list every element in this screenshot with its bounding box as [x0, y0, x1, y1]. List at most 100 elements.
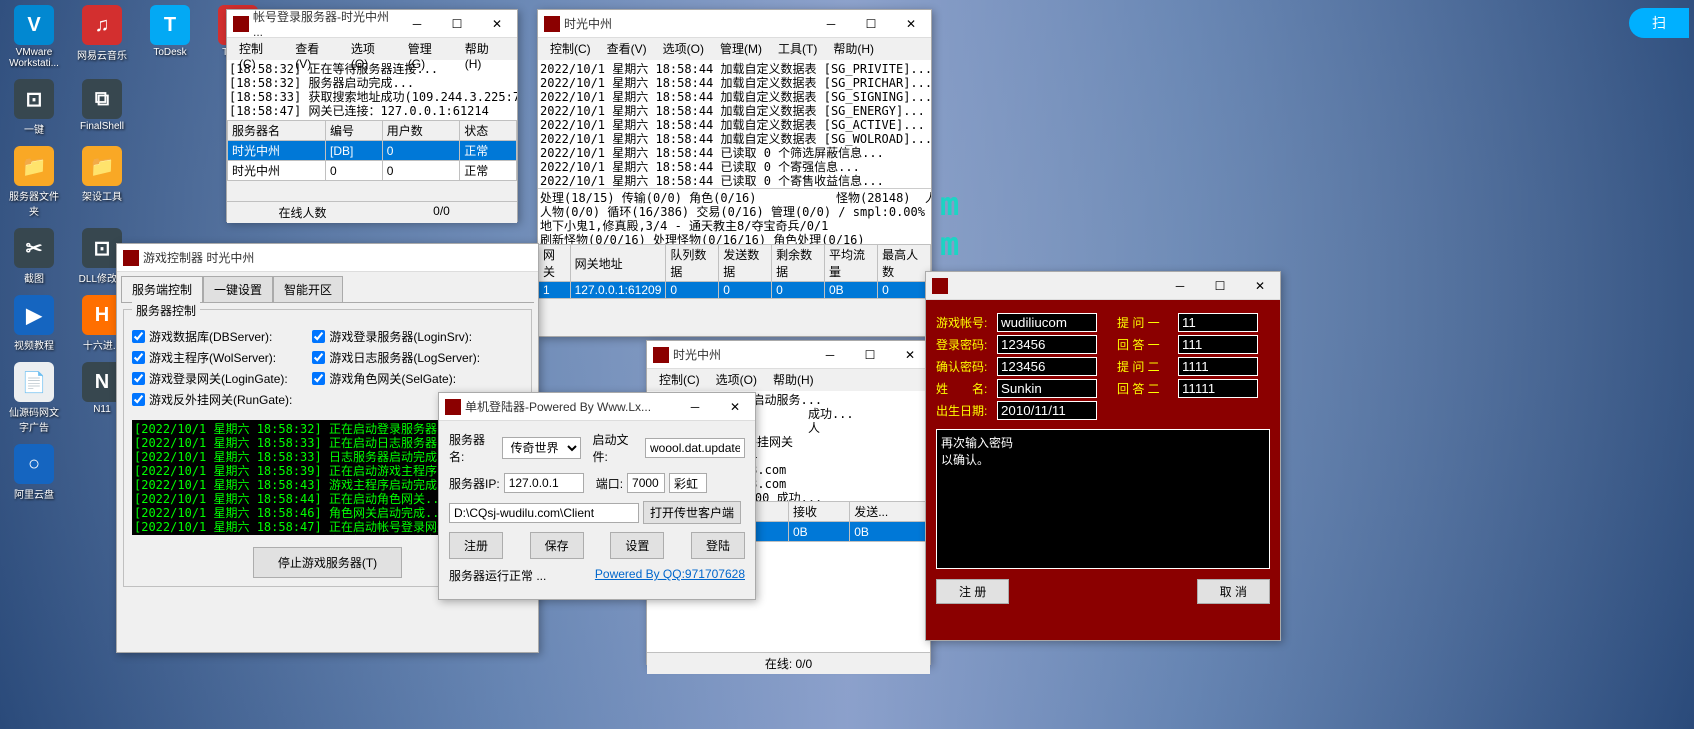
menu-item[interactable]: 控制(C)	[542, 38, 599, 60]
name-input[interactable]	[997, 379, 1097, 398]
desktop-icon[interactable]: ⊡一键	[5, 79, 63, 136]
account-input[interactable]	[997, 313, 1097, 332]
menu-item[interactable]: 选项(O)	[708, 369, 765, 391]
window-title: 时光中州	[564, 15, 811, 32]
window-title: 时光中州	[673, 346, 810, 363]
server-table[interactable]: 服务器名编号用户数状态 时光中州[DB]0正常时光中州00正常	[227, 120, 517, 181]
column-header[interactable]: 发送...	[850, 502, 930, 522]
float-cloud-icon[interactable]: 扫	[1629, 8, 1689, 38]
menu-item[interactable]: 控制(C)	[231, 38, 287, 60]
settings-button[interactable]: 设置	[610, 532, 664, 559]
minimize-button[interactable]: ─	[397, 10, 437, 38]
service-checkbox[interactable]	[312, 351, 325, 364]
close-button[interactable]: ✕	[891, 10, 931, 38]
tab[interactable]: 服务端控制	[121, 276, 203, 302]
close-button[interactable]: ✕	[477, 10, 517, 38]
port-input[interactable]	[627, 473, 665, 493]
powered-by-link[interactable]: Powered By QQ:971707628	[595, 567, 745, 584]
table-row[interactable]: 时光中州[DB]0正常	[228, 141, 517, 161]
birthdate-input[interactable]	[997, 401, 1097, 420]
password-input[interactable]	[997, 335, 1097, 354]
minimize-button[interactable]: ─	[675, 393, 715, 421]
column-header[interactable]: 最高人数	[878, 245, 931, 282]
menu-item[interactable]: 选项(O)	[655, 38, 712, 60]
desktop-icon[interactable]: ○阿里云盘	[5, 444, 63, 501]
menu-item[interactable]: 查看(V)	[287, 38, 343, 60]
confirm-password-input[interactable]	[997, 357, 1097, 376]
maximize-button[interactable]: ☐	[850, 341, 890, 369]
app-icon	[445, 399, 461, 415]
service-checkbox[interactable]	[132, 351, 145, 364]
open-client-button[interactable]: 打开传世客户端	[643, 501, 741, 524]
maximize-button[interactable]: ☐	[1200, 272, 1240, 300]
menu-item[interactable]: 查看(V)	[599, 38, 655, 60]
table-row[interactable]: 时光中州00正常	[228, 161, 517, 181]
cancel-button[interactable]: 取 消	[1197, 579, 1270, 604]
menu-item[interactable]: 管理(M)	[712, 38, 770, 60]
register-button[interactable]: 注 册	[936, 579, 1009, 604]
desktop-icon[interactable]: VVMware Workstati...	[5, 5, 63, 69]
desktop-icon[interactable]: 📄仙源码网文字广告	[5, 362, 63, 434]
answer1-input[interactable]	[1178, 335, 1258, 354]
desktop-icon[interactable]: ✂截图	[5, 228, 63, 285]
service-checkbox[interactable]	[132, 330, 145, 343]
question1-input[interactable]	[1178, 313, 1258, 332]
close-button[interactable]: ✕	[715, 393, 755, 421]
desktop-icon[interactable]: ⧉FinalShell	[73, 79, 131, 136]
minimize-button[interactable]: ─	[811, 10, 851, 38]
service-checkbox[interactable]	[312, 330, 325, 343]
column-header[interactable]: 网关地址	[570, 245, 666, 282]
column-header[interactable]: 网关	[539, 245, 571, 282]
tab[interactable]: 一键设置	[203, 276, 273, 302]
menu-item[interactable]: 选项(O)	[343, 38, 400, 60]
menu-item[interactable]: 管理(G)	[400, 38, 457, 60]
desktop-icon[interactable]: 📁架设工具	[73, 146, 131, 218]
table-row[interactable]: 1127.0.0.1:612090000B0	[539, 282, 931, 299]
server-ip-input[interactable]	[504, 473, 584, 493]
menu-item[interactable]: 控制(C)	[651, 369, 708, 391]
log-area: 2022/10/1 星期六 18:58:44 加载自定义数据表 [SG_PRIV…	[538, 60, 931, 188]
close-button[interactable]: ✕	[890, 341, 930, 369]
answer2-input[interactable]	[1178, 379, 1258, 398]
server-select[interactable]: 传奇世界	[502, 437, 581, 459]
app-icon	[653, 347, 669, 363]
menu-item[interactable]: 帮助(H)	[825, 38, 882, 60]
desktop-icon[interactable]: 📁服务器文件夹	[5, 146, 63, 218]
desktop-icon[interactable]: ♫网易云音乐	[73, 5, 131, 69]
stop-server-button[interactable]: 停止游戏服务器(T)	[253, 547, 402, 578]
column-header[interactable]: 平均流量	[824, 245, 877, 282]
column-header[interactable]: 状态	[460, 121, 517, 141]
minimize-button[interactable]: ─	[810, 341, 850, 369]
column-header[interactable]: 剩余数据	[772, 245, 825, 282]
service-checkbox[interactable]	[132, 372, 145, 385]
menu-item[interactable]: 工具(T)	[770, 38, 825, 60]
question2-input[interactable]	[1178, 357, 1258, 376]
desktop-icon[interactable]: ▶视频教程	[5, 295, 63, 352]
path-input[interactable]	[449, 503, 639, 523]
gateway-table[interactable]: 网关网关地址队列数据发送数据剩余数据平均流量最高人数 1127.0.0.1:61…	[538, 244, 931, 299]
minimize-button[interactable]: ─	[1160, 272, 1200, 300]
login-button[interactable]: 登陆	[691, 532, 745, 559]
startfile-input[interactable]	[645, 438, 745, 458]
save-button[interactable]: 保存	[530, 532, 584, 559]
app-icon	[123, 250, 139, 266]
column-header[interactable]: 用户数	[382, 121, 459, 141]
column-header[interactable]: 接收	[788, 502, 849, 522]
stats-area: 处理(18/15) 传输(0/0) 角色(0/16) 怪物(28148) 人物(…	[538, 188, 931, 244]
desktop-icon[interactable]: TToDesk	[141, 5, 199, 69]
menu-item[interactable]: 帮助(H)	[765, 369, 822, 391]
maximize-button[interactable]: ☐	[437, 10, 477, 38]
rainbow-input[interactable]	[669, 473, 707, 493]
register-button[interactable]: 注册	[449, 532, 503, 559]
window-registration: ─ ☐ ✕ 游戏帐号: 登录密码: 确认密码: 姓 名: 出生日期: 提 问 一…	[925, 271, 1281, 641]
menu-item[interactable]: 帮助(H)	[457, 38, 513, 60]
maximize-button[interactable]: ☐	[851, 10, 891, 38]
column-header[interactable]: 编号	[326, 121, 383, 141]
close-button[interactable]: ✕	[1240, 272, 1280, 300]
column-header[interactable]: 服务器名	[228, 121, 326, 141]
column-header[interactable]: 发送数据	[719, 245, 772, 282]
service-checkbox[interactable]	[132, 393, 145, 406]
tab[interactable]: 智能开区	[273, 276, 343, 302]
service-checkbox[interactable]	[312, 372, 325, 385]
column-header[interactable]: 队列数据	[666, 245, 719, 282]
